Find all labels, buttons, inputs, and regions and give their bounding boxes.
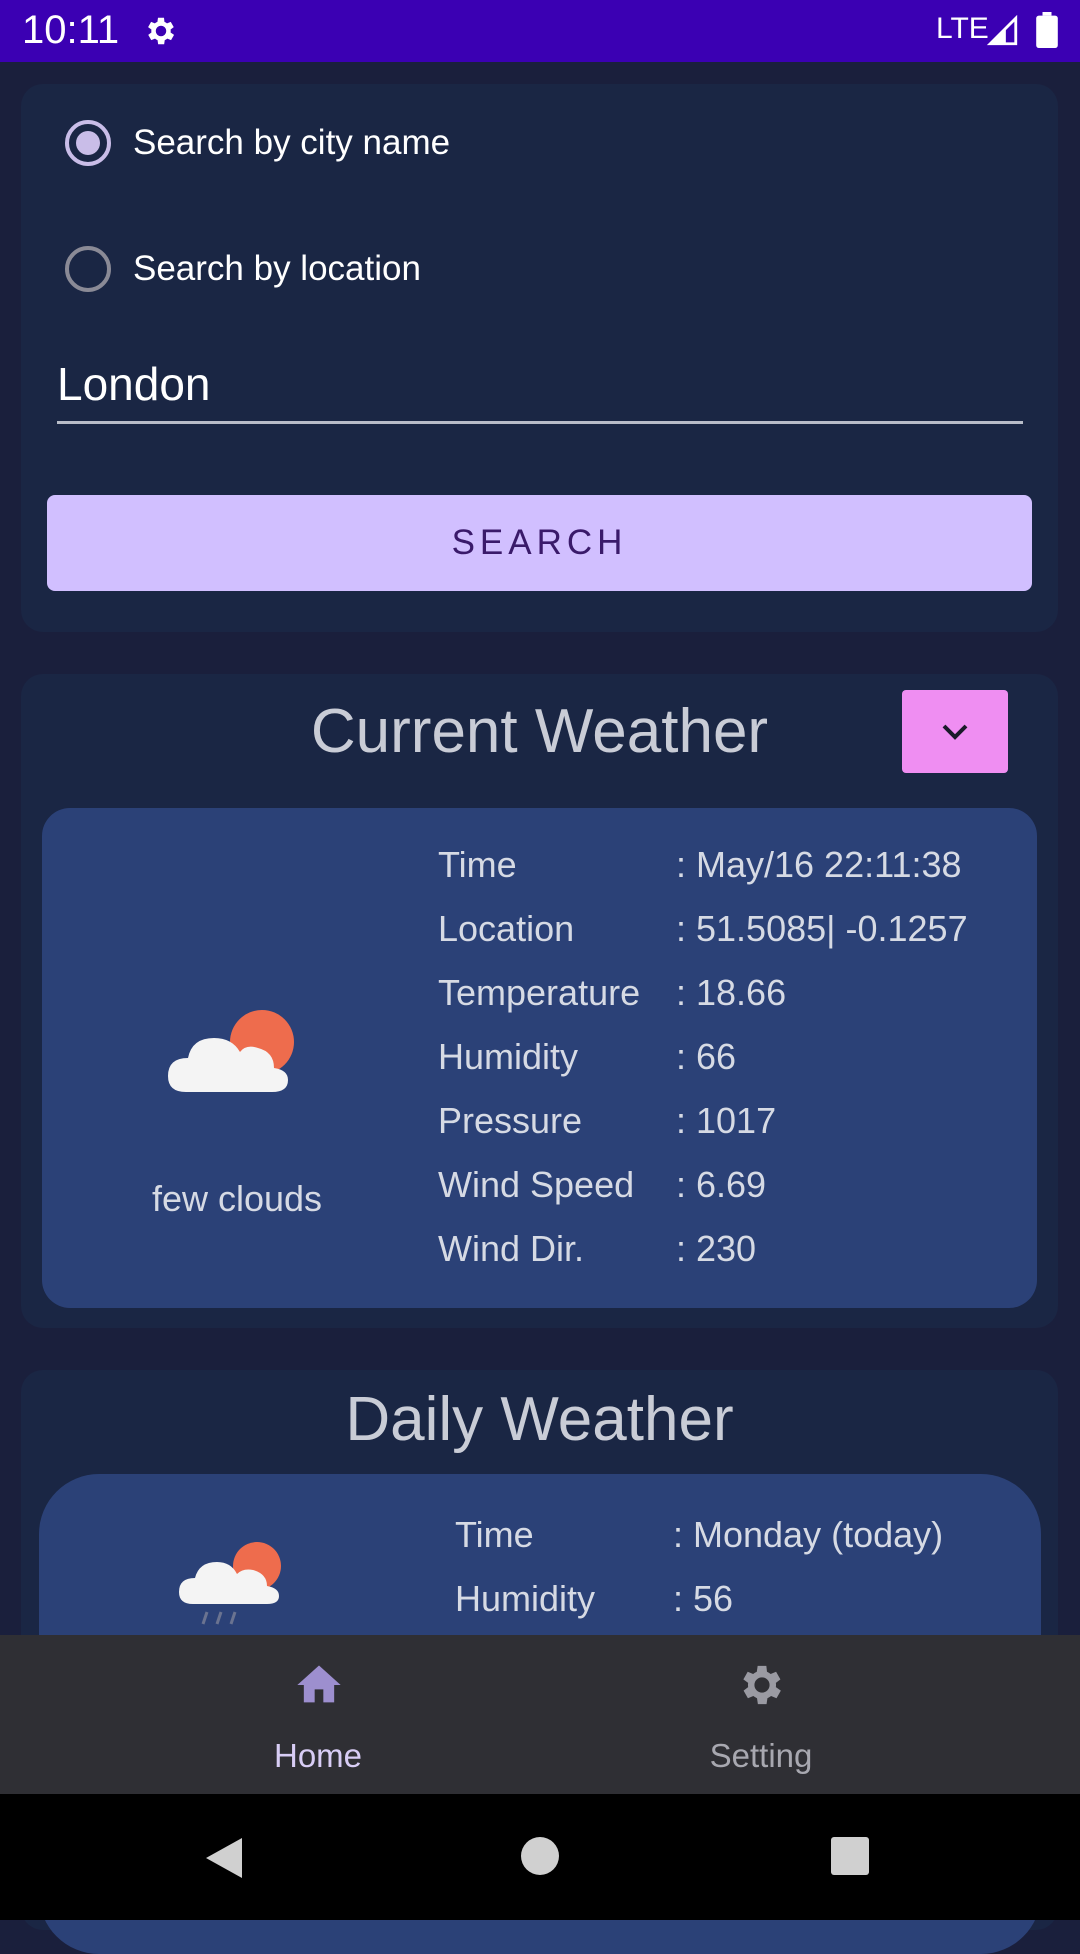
home-icon xyxy=(297,1665,341,1703)
row-value: : 51.5085| -0.1257 xyxy=(676,908,968,949)
row-key: Wind Speed xyxy=(438,1164,635,1205)
row-value: : 56 xyxy=(673,1578,734,1619)
row-value: : 66 xyxy=(676,1036,737,1077)
rain-clouds-icon xyxy=(179,1542,281,1625)
row-value: : Monday (today) xyxy=(673,1514,944,1555)
gear-icon xyxy=(743,1665,781,1705)
few-clouds-icon xyxy=(168,1010,294,1092)
row-value: : 230 xyxy=(676,1228,757,1269)
row-value: : 18.66 xyxy=(676,972,787,1013)
current-weather-details: few clouds Time : May/16 22:11:38 Locati… xyxy=(42,808,1037,1308)
row-key: Temperature xyxy=(438,972,641,1013)
row-key: Time xyxy=(455,1514,534,1555)
row-key: Humidity xyxy=(438,1036,579,1077)
row-key: Pressure xyxy=(438,1100,583,1141)
radio-search-by-location[interactable]: Search by location xyxy=(65,246,421,292)
search-card: Search by city name Search by location S… xyxy=(21,84,1058,632)
system-navigation-bar xyxy=(0,1794,1080,1920)
nav-label: Setting xyxy=(709,1737,813,1774)
status-time: 10:11 xyxy=(22,8,120,52)
weather-description: few clouds xyxy=(151,1178,323,1219)
collapse-button[interactable] xyxy=(902,690,1008,773)
daily-weather-title: Daily Weather xyxy=(345,1385,734,1454)
radio-label: Search by location xyxy=(133,249,421,288)
row-key: Location xyxy=(438,908,575,949)
radio-button[interactable] xyxy=(65,246,111,292)
search-button[interactable]: SEARCH xyxy=(47,495,1032,591)
radio-button-checked[interactable] xyxy=(65,120,111,166)
chevron-down-icon xyxy=(942,724,968,740)
row-value: : 1017 xyxy=(676,1100,777,1141)
current-weather-card: Current Weather few clouds Time : May/16… xyxy=(21,674,1058,1328)
radio-search-by-city[interactable]: Search by city name xyxy=(65,120,450,166)
nav-item-home[interactable]: Home xyxy=(168,1635,468,1794)
bottom-navigation: Home Setting xyxy=(0,1635,1080,1794)
recents-icon[interactable] xyxy=(830,1836,870,1876)
nav-item-setting[interactable]: Setting xyxy=(611,1635,911,1794)
signal-icon xyxy=(986,14,1018,46)
row-key: Humidity xyxy=(455,1578,596,1619)
network-type: LTE xyxy=(936,12,989,45)
row-value: : 6.69 xyxy=(676,1164,767,1205)
row-key: Wind Dir. xyxy=(438,1228,585,1269)
back-icon[interactable] xyxy=(204,1836,244,1880)
battery-icon xyxy=(1036,12,1058,48)
home-circle-icon[interactable] xyxy=(520,1836,560,1876)
row-value: : May/16 22:11:38 xyxy=(676,844,962,885)
status-bar: 10:11 LTE xyxy=(0,0,1080,62)
nav-label: Home xyxy=(273,1737,363,1774)
radio-label: Search by city name xyxy=(133,123,451,162)
city-input[interactable] xyxy=(57,354,1023,424)
settings-gear-icon xyxy=(148,17,175,45)
row-key: Time xyxy=(438,844,517,885)
